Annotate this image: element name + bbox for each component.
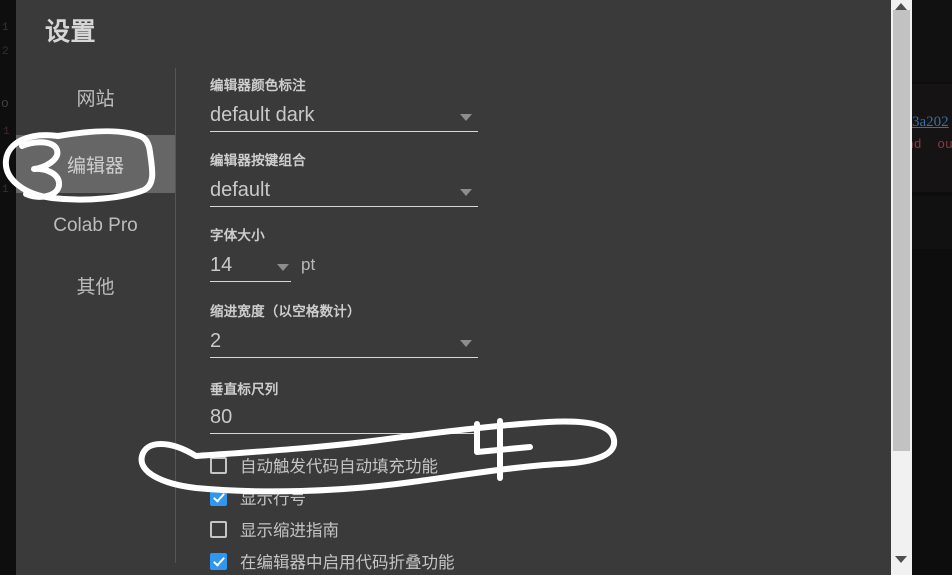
checkbox-indent-guides[interactable] (210, 520, 227, 538)
background-left-gutter (0, 0, 16, 575)
checkbox-code-folding[interactable] (210, 552, 227, 570)
checkbox-row-autocomplete[interactable]: 自动触发代码自动填充功能 (210, 450, 438, 480)
background-code-fragment: 2 (2, 46, 9, 58)
field-label: 垂直标尺列 (210, 382, 279, 397)
sidebar-item-colab-pro[interactable]: Colab Pro (16, 197, 175, 255)
field-value: default (210, 179, 271, 201)
checkbox-label: 在编辑器中启用代码折叠功能 (240, 554, 455, 572)
chevron-down-icon (460, 340, 472, 347)
chevron-down-icon (460, 189, 472, 196)
chevron-down-icon (460, 114, 472, 121)
scroll-down-arrow-icon[interactable] (895, 556, 907, 563)
field-value: default dark (210, 104, 315, 126)
indent-width-select[interactable]: 2 (210, 324, 478, 358)
screen: 1 2 o 1 1 3a202 nd ou 设置 网站 编辑器 Colab Pr… (0, 0, 952, 575)
field-label: 编辑器按键组合 (210, 153, 306, 168)
vertical-ruler-column-input[interactable]: 80 (210, 402, 478, 434)
sidebar-item-misc[interactable]: 其他 (16, 256, 175, 314)
sidebar-item-label: 网站 (76, 88, 115, 110)
background-link[interactable]: 3a202 (912, 114, 949, 131)
background-error-text: nd ou (906, 137, 952, 152)
background-code-fragment: 1 (2, 184, 9, 196)
field-indent-width: 缩进宽度（以空格数计） 2 (210, 300, 478, 358)
editor-color-theme-select[interactable]: default dark (210, 98, 478, 132)
editor-keybindings-select[interactable]: default (210, 173, 478, 207)
background-code-fragment: o (1, 96, 9, 111)
background-cell-block (912, 0, 952, 82)
sidebar-item-label: 其他 (76, 276, 115, 298)
field-value: 2 (210, 330, 222, 352)
field-value: 80 (210, 406, 233, 428)
checkbox-label: 自动触发代码自动填充功能 (240, 458, 438, 476)
settings-dialog: 设置 网站 编辑器 Colab Pro 其他 编辑器颜色标注 default d… (16, 0, 891, 575)
scroll-up-arrow-icon[interactable] (895, 3, 907, 10)
checkbox-row-indent-guides[interactable]: 显示缩进指南 (210, 514, 339, 544)
background-cell-block (912, 196, 952, 249)
page-title: 设置 (45, 18, 97, 46)
checkbox-line-numbers[interactable] (210, 488, 227, 506)
chevron-down-icon (277, 264, 289, 271)
checkbox-label: 显示缩进指南 (240, 522, 339, 540)
field-label: 字体大小 (210, 228, 265, 243)
settings-sidebar: 网站 编辑器 Colab Pro 其他 (16, 68, 175, 575)
background-code-fragment: 1 (2, 22, 9, 34)
field-vertical-ruler-column: 垂直标尺列 80 (210, 378, 478, 434)
checkbox-autocomplete[interactable] (210, 456, 227, 474)
font-size-select[interactable]: 14 (210, 248, 291, 282)
field-label: 缩进宽度（以空格数计） (210, 304, 361, 319)
checkbox-row-line-numbers[interactable]: 显示行号 (210, 482, 306, 512)
field-label: 编辑器颜色标注 (210, 78, 306, 93)
sidebar-item-website[interactable]: 网站 (16, 68, 175, 126)
sidebar-item-label: 编辑器 (66, 155, 124, 177)
field-value: 14 (210, 254, 233, 276)
sidebar-divider (175, 68, 176, 563)
field-font-size: 字体大小 14 pt (210, 224, 478, 282)
settings-form: 编辑器颜色标注 default dark 编辑器按键组合 default 字体大… (194, 68, 891, 575)
field-editor-color-theme: 编辑器颜色标注 default dark (210, 74, 478, 132)
vertical-scrollbar-thumb[interactable] (893, 10, 910, 451)
sidebar-item-editor[interactable]: 编辑器 (16, 135, 175, 193)
background-code-fragment: 1 (3, 126, 10, 138)
font-size-unit: pt (301, 255, 316, 274)
sidebar-item-label: Colab Pro (53, 215, 138, 236)
field-editor-keybindings: 编辑器按键组合 default (210, 149, 478, 207)
checkbox-label: 显示行号 (240, 490, 306, 508)
checkbox-row-code-folding[interactable]: 在编辑器中启用代码折叠功能 (210, 546, 455, 575)
